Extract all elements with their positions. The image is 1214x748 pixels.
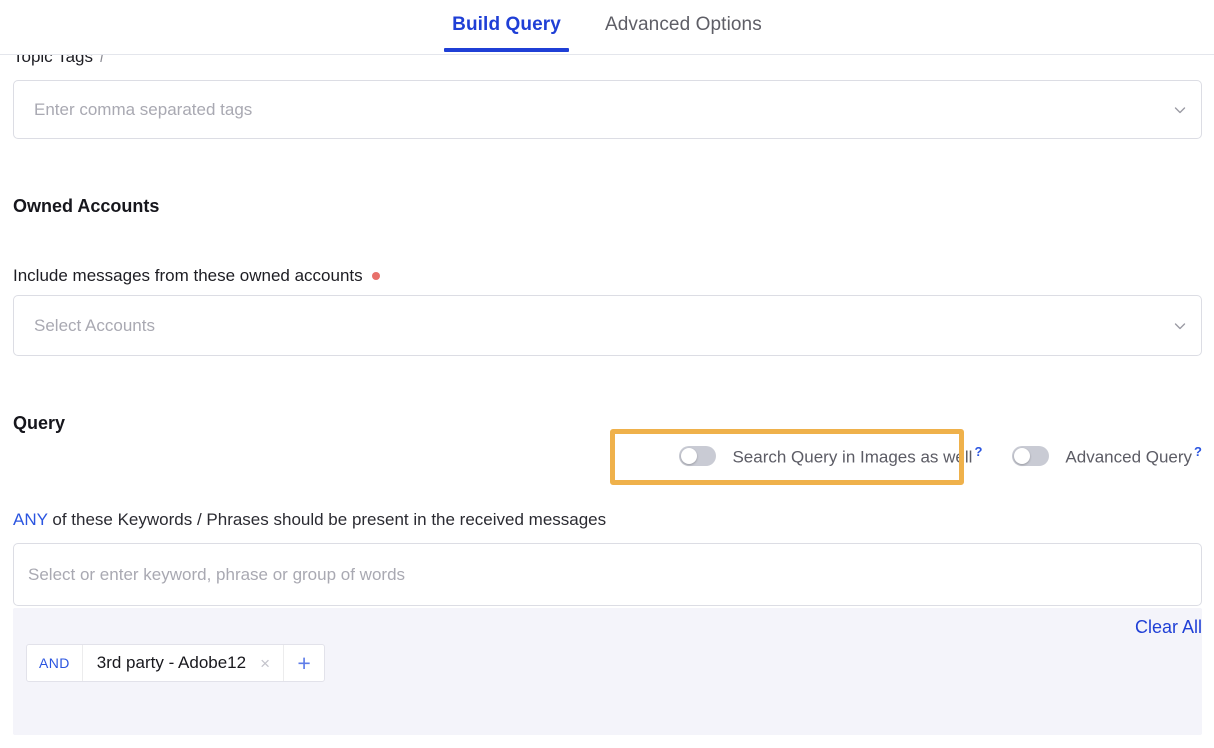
select-accounts-input[interactable]: Select Accounts: [14, 316, 1159, 336]
tab-advanced-options[interactable]: Advanced Options: [583, 0, 784, 52]
search-query-in-images-text: Search Query in Images as well: [732, 447, 973, 467]
advanced-query-label: Advanced Query?: [1065, 444, 1202, 468]
keyword-chip: AND 3rd party - Adobe12 × +: [26, 644, 326, 682]
any-operator-link[interactable]: ANY: [13, 510, 48, 529]
search-query-in-images-label: Search Query in Images as well?: [732, 444, 982, 468]
any-keywords-text: of these Keywords / Phrases should be pr…: [47, 510, 607, 529]
query-heading: Query: [13, 413, 66, 433]
required-dot-icon: [371, 272, 380, 280]
chevron-down-icon[interactable]: [1159, 318, 1201, 334]
tab-bar: Build Query Advanced Options: [0, 0, 1214, 55]
clear-all-button[interactable]: Clear All: [1135, 617, 1202, 638]
toggle-knob: [1014, 447, 1031, 464]
topic-tags-field[interactable]: Enter comma separated tags: [13, 80, 1202, 139]
tab-build-query-label: Build Query: [452, 14, 561, 35]
close-icon[interactable]: ×: [260, 655, 270, 672]
search-query-in-images-toggle[interactable]: [679, 445, 717, 466]
keyword-input[interactable]: Select or enter keyword, phrase or group…: [14, 565, 1201, 585]
advanced-query-text: Advanced Query: [1065, 447, 1193, 467]
any-keywords-line: ANY of these Keywords / Phrases should b…: [13, 510, 606, 530]
keyword-input-field[interactable]: Select or enter keyword, phrase or group…: [13, 543, 1202, 606]
chevron-down-icon[interactable]: [1159, 102, 1201, 118]
help-icon[interactable]: ?: [974, 444, 982, 459]
build-query-form-page: Build Query Advanced Options Topic Tags …: [0, 0, 1214, 748]
owned-accounts-field-label: Include messages from these owned accoun…: [13, 266, 363, 285]
toggle-knob: [681, 447, 698, 464]
tab-advanced-options-label: Advanced Options: [604, 14, 762, 35]
owned-accounts-field-label-row: Include messages from these owned accoun…: [13, 266, 380, 286]
help-icon[interactable]: ?: [1194, 444, 1202, 459]
chip-operator-and[interactable]: AND: [27, 645, 83, 681]
select-accounts-field[interactable]: Select Accounts: [13, 295, 1202, 356]
toggle-search-images-group[interactable]: Search Query in Images as well?: [679, 444, 982, 468]
owned-accounts-heading: Owned Accounts: [13, 196, 160, 216]
topic-tags-input[interactable]: Enter comma separated tags: [14, 100, 1159, 120]
tab-build-query[interactable]: Build Query: [430, 0, 583, 52]
chip-value-label: 3rd party - Adobe12: [96, 653, 247, 672]
add-keyword-button[interactable]: +: [284, 645, 324, 681]
advanced-query-toggle[interactable]: [1012, 445, 1050, 466]
chip-value-wrap: 3rd party - Adobe12 ×: [83, 645, 285, 681]
toggle-advanced-query-group[interactable]: Advanced Query?: [1012, 444, 1202, 468]
query-toggle-row: Search Query in Images as well? Advanced…: [679, 444, 1202, 468]
